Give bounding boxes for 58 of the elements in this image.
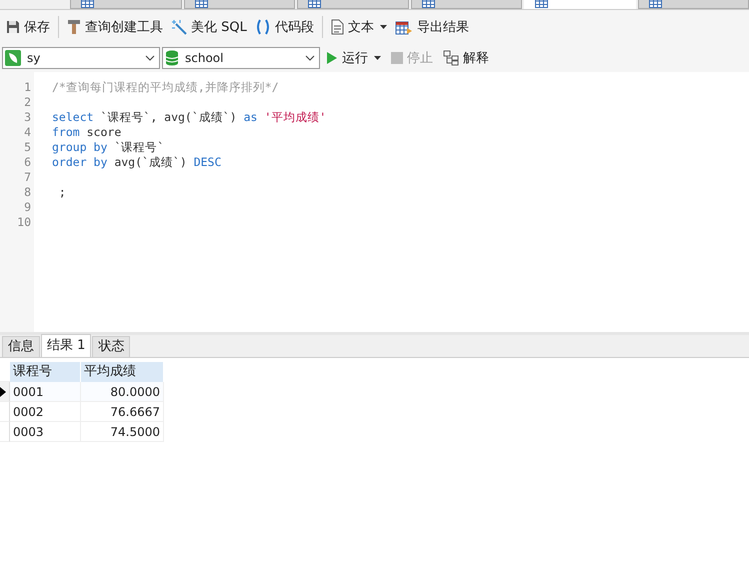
diagram-icon	[443, 50, 459, 66]
table-cell: 0001	[10, 382, 81, 402]
table-icon	[648, 0, 662, 8]
line-number: 4	[23, 125, 31, 140]
play-icon	[326, 51, 338, 65]
toolbar-button[interactable]: 代码段	[250, 16, 318, 38]
save-icon	[6, 20, 20, 34]
table-icon	[81, 0, 94, 8]
stop-icon	[391, 52, 403, 64]
column-header[interactable]: 平均成绩	[81, 362, 164, 382]
result-tab[interactable]: 信息	[2, 336, 40, 357]
row-pointer-icon	[0, 386, 6, 396]
database-icon	[165, 50, 179, 66]
parentheses-icon	[254, 19, 271, 35]
line-number: 8	[23, 185, 31, 200]
magic-wand-icon	[171, 19, 187, 35]
column-header[interactable]: 课程号	[10, 362, 81, 382]
line-number: 7	[23, 170, 31, 185]
chevron-down-icon	[305, 55, 315, 61]
code-line: select `课程号`, avg(`成绩`) as '平均成绩'	[52, 110, 326, 124]
toolbar-button[interactable]: 解释	[439, 47, 493, 69]
code-line: from score	[52, 125, 122, 139]
table-icon	[194, 0, 208, 8]
toolbar-button[interactable]: 导出结果	[390, 16, 473, 38]
table-cell: 0003	[10, 422, 81, 442]
table-export-icon	[394, 19, 413, 35]
document-icon	[330, 19, 344, 35]
result-tab[interactable]: 状态	[92, 336, 130, 357]
toolbar-button[interactable]: 保存	[2, 16, 54, 38]
hammer-icon	[67, 19, 81, 35]
result-tab[interactable]: 结果 1	[41, 334, 92, 357]
line-number: 3	[23, 110, 31, 125]
line-number: 1	[23, 80, 31, 95]
table-icon	[422, 0, 434, 8]
line-number: 9	[23, 200, 31, 215]
toolbar-button[interactable]: 查询创建工具	[63, 16, 167, 38]
line-number: 5	[23, 140, 31, 155]
toolbar-button[interactable]: 文本	[326, 16, 391, 38]
table-cell: 76.6667	[81, 402, 164, 422]
line-number: 10	[16, 215, 31, 230]
table-icon	[535, 0, 548, 8]
code-line: /*查询每门课程的平均成绩,并降序排列*/	[52, 80, 279, 94]
database-dropdown[interactable]: school	[162, 47, 320, 69]
connection-dropdown[interactable]: sy	[2, 47, 160, 69]
table-cell: 80.0000	[81, 382, 164, 402]
table-icon	[308, 0, 321, 8]
code-line: order by avg(`成绩`) DESC	[52, 155, 222, 169]
row-header[interactable]	[0, 382, 10, 402]
toolbar-button[interactable]: 美化 SQL	[167, 16, 251, 38]
toolbar-button[interactable]: 运行	[322, 47, 385, 69]
code-line: ;	[58, 185, 66, 199]
line-number: 6	[23, 155, 31, 170]
chevron-down-icon	[145, 55, 155, 61]
table-cell: 0002	[10, 402, 81, 422]
code-line: group by `课程号`	[52, 140, 164, 154]
table-cell: 74.5000	[81, 422, 164, 442]
line-number: 2	[23, 95, 31, 110]
leaf-icon	[5, 50, 21, 66]
